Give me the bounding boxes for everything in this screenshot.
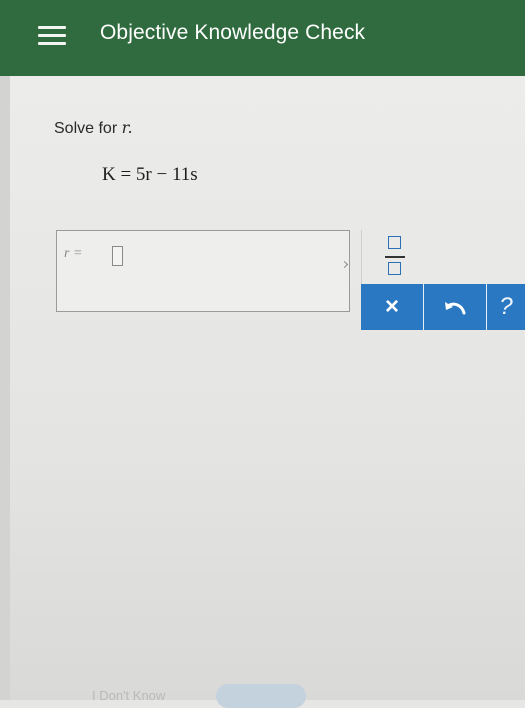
help-button[interactable]: ? <box>487 284 525 330</box>
undo-button[interactable] <box>424 284 486 330</box>
submit-button[interactable] <box>216 684 306 708</box>
answer-label: r = <box>64 246 83 261</box>
prompt-text: Solve for <box>54 120 118 137</box>
page-title: Objective Knowledge Check <box>100 21 366 44</box>
hamburger-menu-icon[interactable] <box>38 24 66 48</box>
answer-box[interactable] <box>56 230 350 312</box>
undo-icon <box>445 302 466 315</box>
question-equation: K = 5r − 11s <box>102 164 198 185</box>
dont-know-button[interactable]: I Don't Know <box>92 688 165 703</box>
fraction-icon <box>388 236 401 249</box>
prompt-variable: r. <box>121 118 133 137</box>
fraction-button[interactable] <box>385 234 407 280</box>
question-prompt: Solve for r. <box>54 118 133 138</box>
answer-input[interactable] <box>112 246 123 266</box>
content-area <box>0 76 525 700</box>
clear-button[interactable]: × <box>361 284 423 330</box>
side-edge <box>0 76 10 700</box>
